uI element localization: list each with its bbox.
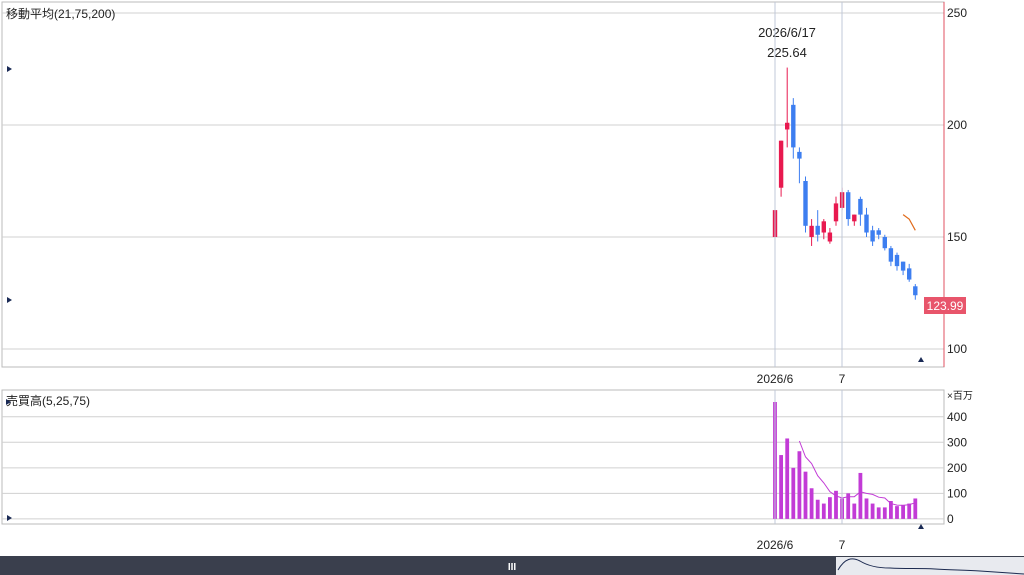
volume-y-tick: 100 bbox=[947, 486, 967, 500]
volume-y-tick: 200 bbox=[947, 461, 967, 475]
candle-body bbox=[858, 198, 863, 215]
candle-body bbox=[870, 230, 875, 242]
candle-body bbox=[882, 237, 887, 249]
volume-bar bbox=[828, 497, 832, 519]
volume-bar bbox=[870, 503, 875, 519]
volume-bar bbox=[809, 488, 814, 519]
volume-bar bbox=[864, 498, 869, 519]
tooltip-value: 225.64 bbox=[767, 45, 807, 60]
candle-body bbox=[803, 181, 808, 226]
price-indicator-label: 移動平均(21,75,200) bbox=[6, 7, 115, 21]
candle-body bbox=[833, 203, 839, 222]
candle-body bbox=[778, 140, 784, 188]
candle-body bbox=[815, 225, 820, 235]
navigator-handle[interactable]: III bbox=[508, 562, 517, 573]
candle-body bbox=[797, 151, 802, 159]
volume-panel-frame bbox=[1, 389, 945, 525]
volume-bar bbox=[858, 472, 863, 519]
price-y-tick: 250 bbox=[947, 6, 967, 20]
volume-bar bbox=[913, 498, 918, 519]
volume-bar bbox=[882, 507, 887, 519]
volume-bar bbox=[815, 499, 820, 519]
volume-bar bbox=[803, 471, 808, 519]
volume-bar bbox=[901, 504, 905, 519]
volume-y-tick: 400 bbox=[947, 410, 967, 424]
x-axis-label: 7 bbox=[839, 372, 846, 386]
candle-body bbox=[864, 214, 869, 233]
candle-body bbox=[852, 214, 857, 222]
volume-bar bbox=[797, 451, 802, 519]
volume-indicator-label: 売買高(5,25,75) bbox=[6, 393, 90, 408]
price-y-tick: 200 bbox=[947, 118, 967, 132]
candle-body bbox=[785, 122, 790, 130]
candle-body bbox=[894, 254, 900, 267]
price-y-tick: 150 bbox=[947, 230, 967, 244]
volume-unit-label: ×百万 bbox=[947, 390, 973, 402]
volume-bar bbox=[785, 438, 790, 519]
candle-body bbox=[791, 104, 796, 148]
chart-canvas: 100 150 200 250 移動平均(21,75,200) 2026/6/17 2… bbox=[0, 1, 1024, 575]
last-price-label: 123.99 bbox=[927, 299, 964, 313]
volume-bar bbox=[852, 503, 857, 519]
candle-body bbox=[913, 286, 918, 296]
x-axis-label: 2026/6 bbox=[757, 372, 794, 386]
candle-body bbox=[846, 192, 851, 220]
volume-bar bbox=[907, 503, 912, 519]
candle-body bbox=[809, 225, 814, 237]
volume-bar bbox=[895, 506, 899, 519]
price-y-tick: 100 bbox=[947, 342, 967, 356]
tooltip-date: 2026/6/17 bbox=[758, 25, 816, 40]
candle-body bbox=[827, 232, 833, 242]
scroll-up-icon[interactable] bbox=[918, 524, 924, 529]
candle-body bbox=[876, 230, 881, 235]
volume-y-tick: 300 bbox=[947, 435, 967, 449]
candle-body bbox=[821, 221, 826, 233]
volume-bar bbox=[821, 503, 826, 519]
candle-body bbox=[888, 248, 894, 262]
candle-body bbox=[900, 261, 906, 271]
volume-bar bbox=[779, 455, 783, 519]
volume-bar bbox=[876, 507, 881, 519]
volume-bar bbox=[791, 467, 796, 519]
volume-y-tick-labels: 0 100 200 300 400 bbox=[947, 410, 967, 526]
x-axis-label: 2026/6 bbox=[757, 538, 794, 552]
volume-y-tick: 0 bbox=[947, 512, 954, 526]
candle-body bbox=[907, 268, 912, 280]
x-axis-label: 7 bbox=[839, 538, 846, 552]
